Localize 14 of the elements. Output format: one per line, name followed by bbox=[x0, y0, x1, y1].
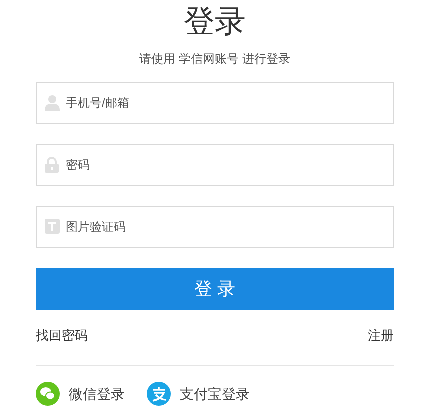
input-field[interactable]: 图片验证码 bbox=[36, 206, 394, 248]
lock-icon bbox=[45, 157, 59, 173]
login-button[interactable]: 登 录 bbox=[36, 268, 394, 310]
input-field[interactable]: 手机号/邮箱 bbox=[36, 82, 394, 124]
subtitle: 请使用 学信网账号 进行登录 bbox=[140, 51, 290, 67]
chat-bubbles-icon bbox=[36, 382, 60, 406]
user-icon bbox=[45, 95, 60, 111]
social-login-link[interactable]: 支付宝登录 bbox=[180, 384, 250, 404]
register-link[interactable]: 注册 bbox=[368, 327, 394, 345]
text-icon bbox=[45, 219, 60, 234]
page-title: 登录 bbox=[184, 3, 246, 41]
social-login-link[interactable]: 微信登录 bbox=[69, 384, 125, 404]
forgot-password-link[interactable]: 找回密码 bbox=[36, 327, 88, 345]
input-field[interactable]: 密码 bbox=[36, 144, 394, 186]
